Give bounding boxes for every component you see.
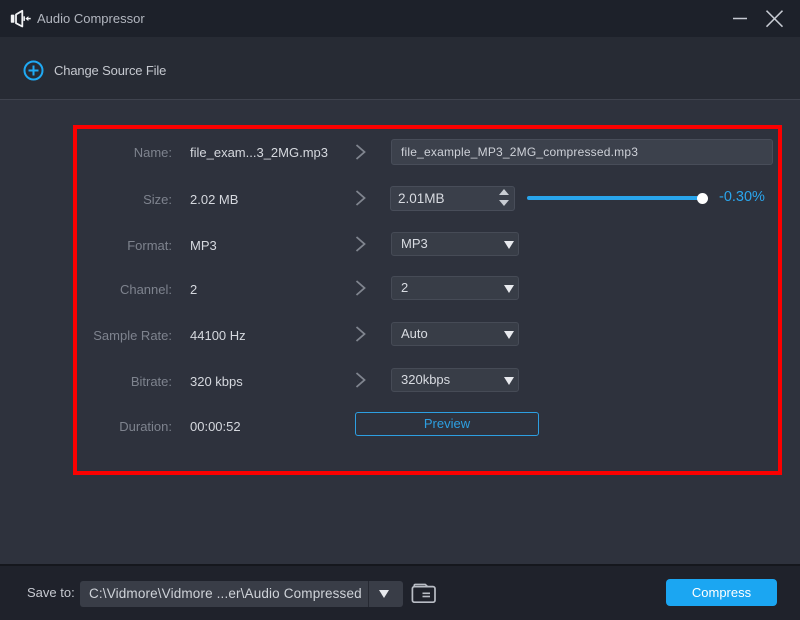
- spin-down-icon[interactable]: [499, 200, 509, 206]
- add-circle-icon[interactable]: [23, 60, 44, 81]
- sample-rate-dropdown[interactable]: Auto: [391, 322, 519, 346]
- format-selected: MP3: [401, 236, 428, 251]
- chevron-right-icon: [355, 372, 366, 388]
- save-to-label: Save to:: [27, 585, 75, 600]
- minimize-icon: [733, 17, 747, 20]
- spin-buttons: [498, 187, 511, 210]
- compression-percent: -0.30%: [719, 189, 765, 205]
- target-size-value: 2.01MB: [398, 191, 445, 206]
- name-label: Name:: [133, 145, 172, 160]
- window-title: Audio Compressor: [37, 11, 145, 26]
- sample-rate-selected: Auto: [401, 326, 428, 341]
- compress-button[interactable]: Compress: [666, 579, 777, 606]
- speaker-compress-icon: [10, 9, 31, 28]
- name-value: file_exam...3_2MG.mp3: [190, 145, 329, 160]
- chevron-right-icon: [355, 280, 366, 296]
- size-value: 2.02 MB: [190, 192, 239, 207]
- dropdown-arrow-icon: [504, 377, 514, 385]
- channel-selected: 2: [401, 280, 409, 295]
- source-header: Change Source File: [0, 37, 800, 100]
- browse-folder-button[interactable]: [410, 581, 438, 606]
- size-label: Size:: [143, 192, 172, 207]
- sample-rate-value: 44100 Hz: [190, 328, 246, 343]
- format-value: MP3: [190, 238, 217, 253]
- channel-dropdown[interactable]: 2: [391, 276, 519, 300]
- folder-icon: [411, 583, 436, 604]
- bitrate-value: 320 kbps: [190, 374, 243, 389]
- save-path-value: C:\Vidmore\Vidmore ...er\Audio Compresse…: [89, 586, 362, 601]
- close-icon: [765, 10, 784, 28]
- size-slider[interactable]: [527, 192, 714, 204]
- slider-handle[interactable]: [697, 192, 708, 204]
- save-path-combo[interactable]: C:\Vidmore\Vidmore ...er\Audio Compresse…: [80, 581, 403, 607]
- dropdown-arrow-icon: [504, 331, 514, 339]
- chevron-right-icon: [355, 190, 366, 206]
- channel-value: 2: [190, 282, 198, 297]
- duration-label: Duration:: [119, 419, 172, 434]
- bitrate-selected: 320kbps: [401, 372, 451, 387]
- preview-button[interactable]: Preview: [355, 412, 539, 436]
- spin-up-icon[interactable]: [499, 189, 509, 195]
- change-source-file-button[interactable]: Change Source File: [54, 37, 166, 100]
- output-name-input[interactable]: file_example_MP3_2MG_compressed.mp3: [391, 139, 773, 165]
- dropdown-arrow-icon: [504, 241, 514, 249]
- main-panel: Name: file_exam...3_2MG.mp3 file_example…: [0, 100, 800, 564]
- combo-arrow-icon[interactable]: [379, 590, 389, 598]
- bitrate-label: Bitrate:: [130, 374, 172, 389]
- audio-compressor-window: Audio Compressor Change Source File Name…: [0, 0, 800, 620]
- sample-rate-label: Sample Rate:: [93, 328, 172, 343]
- channel-label: Channel:: [119, 282, 172, 297]
- slider-track-filled: [527, 196, 703, 200]
- bitrate-dropdown[interactable]: 320kbps: [391, 368, 519, 392]
- format-dropdown[interactable]: MP3: [391, 232, 519, 256]
- chevron-right-icon: [355, 326, 366, 342]
- format-label: Format:: [127, 238, 172, 253]
- target-size-spinbox[interactable]: 2.01MB: [390, 186, 515, 211]
- dropdown-arrow-icon: [504, 285, 514, 293]
- title-bar: Audio Compressor: [0, 0, 800, 37]
- combo-divider: [368, 581, 369, 607]
- chevron-right-icon: [355, 236, 366, 252]
- minimize-button[interactable]: [723, 0, 757, 37]
- duration-value: 00:00:52: [190, 419, 241, 434]
- close-button[interactable]: [758, 0, 792, 37]
- chevron-right-icon: [355, 144, 366, 160]
